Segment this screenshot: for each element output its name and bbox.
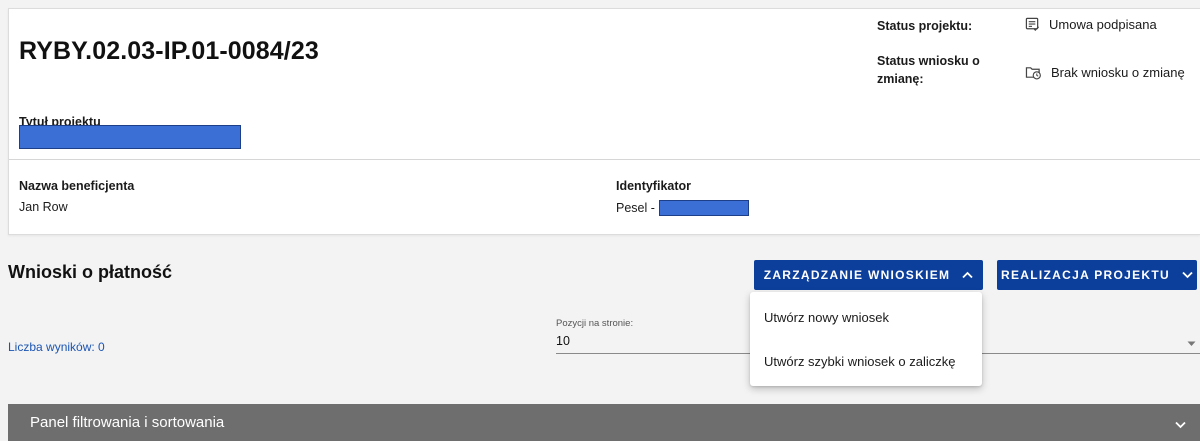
- project-status-value: Umowa podpisana: [1025, 17, 1157, 32]
- identifier-value: Pesel -: [616, 200, 749, 216]
- menu-item-new-application[interactable]: Utwórz nowy wniosek: [764, 310, 889, 325]
- folder-clock-icon: [1025, 67, 1041, 80]
- project-title-redacted: [19, 125, 241, 149]
- results-count: Liczba wyników: 0: [8, 340, 105, 354]
- change-status-label-line2: zmianę:: [877, 72, 924, 86]
- beneficiary-label: Nazwa beneficjenta: [19, 179, 135, 193]
- project-card: RYBY.02.03-IP.01-0084/23 Status projektu…: [8, 8, 1200, 235]
- caret-down-icon: [1187, 334, 1196, 352]
- chevron-down-icon: [1182, 271, 1193, 279]
- identifier-prefix: Pesel -: [616, 201, 655, 215]
- page-size-value: 10: [556, 334, 570, 348]
- identifier-label: Identyfikator: [616, 179, 692, 193]
- filter-sort-panel[interactable]: Panel filtrowania i sortowania: [8, 404, 1200, 441]
- identifier-redacted: [658, 200, 749, 216]
- payments-section-title: Wnioski o płatność: [8, 262, 173, 282]
- project-realization-button[interactable]: REALIZACJA PROJEKTU: [997, 260, 1197, 290]
- menu-item-quick-advance-application[interactable]: Utwórz szybki wniosek o zaliczkę: [764, 354, 955, 369]
- change-status-label-line1: Status wniosku o: [877, 54, 980, 68]
- change-status-text: Brak wniosku o zmianę: [1051, 65, 1185, 80]
- beneficiary-value: Jan Row: [19, 200, 68, 214]
- chevron-down-icon: [1175, 416, 1186, 433]
- project-status-text: Umowa podpisana: [1049, 17, 1157, 32]
- manage-application-button[interactable]: ZARZĄDZANIE WNIOSKIEM: [754, 260, 983, 290]
- project-number: RYBY.02.03-IP.01-0084/23: [19, 37, 319, 65]
- chevron-up-icon: [962, 271, 973, 279]
- project-status-label: Status projektu:: [877, 19, 973, 33]
- project-realization-label: REALIZACJA PROJEKTU: [1001, 268, 1170, 282]
- change-status-value: Brak wniosku o zmianę: [1025, 65, 1185, 80]
- document-check-icon: [1025, 17, 1040, 31]
- filter-sort-panel-label: Panel filtrowania i sortowania: [30, 414, 225, 431]
- page-size-label: Pozycji na stronie:: [556, 318, 634, 329]
- change-status-label: Status wniosku o zmianę:: [877, 52, 980, 88]
- card-divider: [9, 159, 1200, 160]
- manage-application-label: ZARZĄDZANIE WNIOSKIEM: [763, 268, 951, 282]
- manage-application-menu: Utwórz nowy wniosek Utwórz szybki wniose…: [750, 292, 982, 386]
